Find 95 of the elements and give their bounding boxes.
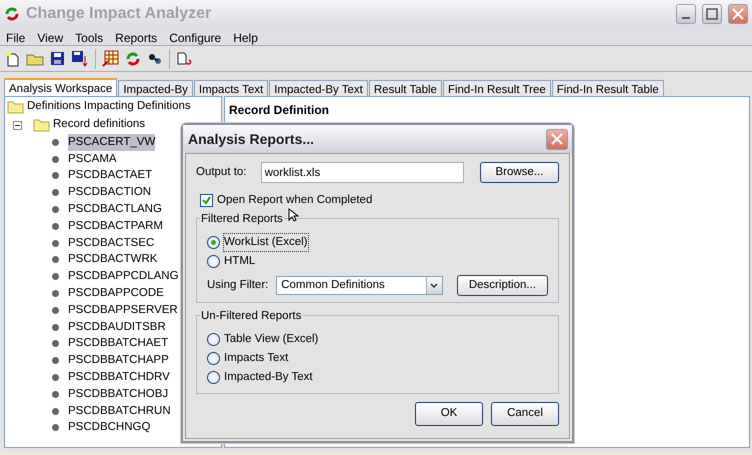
tree-item[interactable]: PSCDBACTPARM [68,218,163,236]
tree-item[interactable]: PSCACERT_VW [68,134,156,152]
tab[interactable]: Find-In Result Tree [442,80,551,96]
bullet-icon [51,339,60,348]
open-folder-icon[interactable] [26,52,44,66]
folder-icon [7,100,24,114]
radio-label: Impacts Text [224,350,288,366]
tree-item[interactable]: PSCDBBATCHOBJ [68,386,168,403]
close-button[interactable] [728,4,748,24]
bullet-icon [51,205,60,214]
bullet-icon [51,188,60,198]
radio-label: HTML [224,254,256,269]
tree-item[interactable]: PSCDBAUDITSBR [68,318,166,336]
menu-item[interactable]: File [0,28,32,45]
radio-button[interactable] [207,255,220,268]
tab[interactable]: Impacts Text [194,80,268,96]
folder-icon [33,118,50,132]
grid-icon[interactable] [102,50,119,67]
radio-button[interactable] [207,352,220,365]
bullet-icon [51,138,60,147]
tree-item[interactable]: PSCDBAPPSERVER [68,302,178,319]
maximize-button[interactable] [702,4,722,24]
tree-item[interactable]: PSCDBBATCHAET [68,335,168,353]
radio-label: Table View (Excel) [224,332,318,347]
tree-item[interactable]: PSCDBCHNGQ [68,419,150,437]
app-logo-icon [4,6,20,22]
filter-dropdown[interactable]: Common Definitions [276,276,443,295]
menu-item[interactable]: View [31,28,70,45]
field-label: Using Filter: [207,278,270,293]
save-down-icon[interactable] [71,50,89,67]
tab[interactable]: Analysis Workspace [4,78,118,96]
tab[interactable]: Find-In Result Table [552,80,664,96]
tree-item[interactable]: PSCDBACTAET [68,167,152,185]
close-button[interactable] [546,128,568,150]
caret-icon [430,282,438,288]
window-title: Change Impact Analyzer [26,4,212,24]
tree-item[interactable]: PSCDBACTLANG [68,200,162,218]
maximize-icon [706,8,718,20]
tree-item[interactable]: Record definitions [53,116,146,134]
dialog-title: Analysis Reports... [188,130,314,149]
ok-button[interactable]: OK [415,402,483,426]
minimize-button[interactable] [676,4,696,24]
radio-button[interactable] [207,333,220,346]
bullet-icon [51,222,60,231]
close-icon [551,133,563,145]
output-field[interactable]: worklist.xls [260,162,464,183]
bullet-icon [51,154,60,164]
tree-item[interactable]: PSCDBBATCHDRV [68,368,170,386]
tree-item[interactable]: Definitions Impacting Definitions [27,98,191,116]
radio-button[interactable] [207,371,220,384]
field-label: Output to: [196,164,248,180]
description-button[interactable]: Description... [456,275,548,296]
tree-item[interactable]: PSCDBACTWRK [68,251,158,269]
tree-item[interactable]: PSCDBBATCHRUN [68,402,171,420]
bullet-icon [51,171,60,180]
checkbox[interactable] [200,194,213,207]
close-icon [732,8,744,20]
bullet-icon [51,406,60,416]
refresh-icon[interactable] [125,50,141,66]
save-icon[interactable] [50,51,65,66]
menu-item[interactable]: Tools [69,28,110,45]
tab[interactable]: Impacted-By Text [269,80,368,96]
radio-label: Impacted-By Text [224,370,313,385]
tree-item[interactable]: PSCAMA [68,150,117,168]
bullet-icon [51,390,60,399]
bullet-icon [51,255,60,264]
radio-button[interactable] [207,236,220,249]
collapse-icon[interactable] [13,120,22,130]
cursor-icon [288,208,299,222]
bullet-icon [51,322,60,332]
tree-item[interactable]: PSCDBAPPCODE [68,284,164,302]
panel-heading: Record Definition [229,102,330,119]
checkbox-label: Open Report when Completed [217,192,372,208]
bullet-icon [51,272,60,282]
tree-item[interactable]: PSCDBAPPCDLANG [68,268,179,286]
tab[interactable]: Impacted-By [118,80,193,96]
tree-item[interactable]: PSCDBBATCHAPP [68,352,169,370]
menu-item[interactable]: Help [227,28,264,45]
document-arrow-icon[interactable] [176,50,192,66]
tree-item[interactable]: PSCDBACTSEC [68,234,154,252]
bullet-icon [51,238,60,248]
bullet-icon [51,306,60,315]
menu-item[interactable]: Configure [163,28,228,45]
cancel-button[interactable]: Cancel [491,402,559,426]
bullet-icon [51,423,60,432]
menu-item[interactable]: Reports [109,28,164,45]
tab[interactable]: Result Table [368,80,442,96]
bullet-icon [51,356,60,366]
new-file-icon[interactable] [6,50,20,66]
browse-button[interactable]: Browse... [480,162,559,183]
bullet-icon [51,373,60,382]
bullet-icon [51,289,60,298]
radio-label: WorkList (Excel) [224,234,308,252]
tree-item[interactable]: PSCDBACTION [68,184,152,202]
minimize-icon [682,17,690,19]
